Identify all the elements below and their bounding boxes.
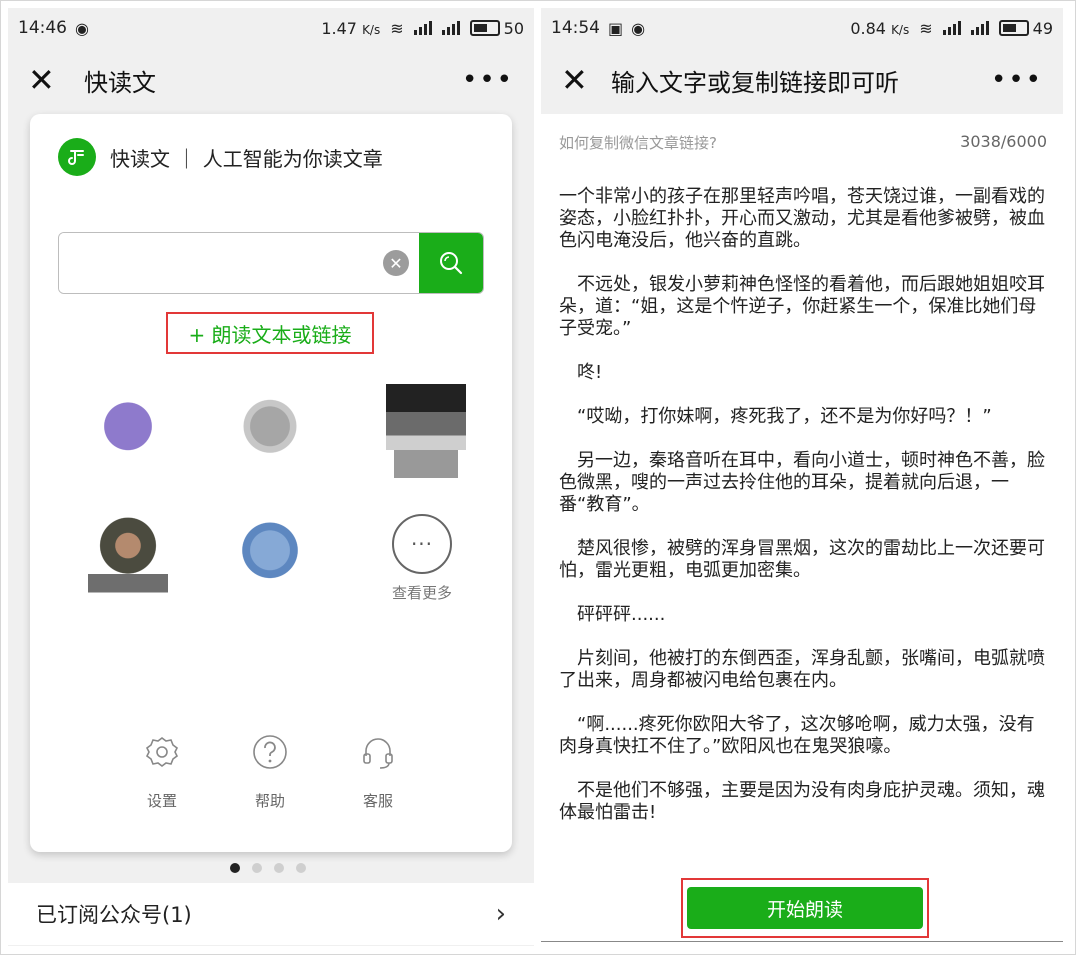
- page-title: 输入文字或复制链接即可听: [611, 68, 899, 97]
- read-text-or-link-button[interactable]: + 朗读文本或链接: [166, 312, 374, 354]
- main-card: 快读文 ｜ 人工智能为你读文章 ✕ + 朗读文本或链接 ··· 查看更多 设置 …: [30, 114, 512, 852]
- nav-bar: ✕ 快读文 •••: [8, 48, 534, 112]
- location-icon: ◉: [75, 18, 89, 38]
- signal-icon-2: [441, 21, 460, 35]
- signal-icon: [413, 21, 432, 35]
- location-icon: ◉: [631, 18, 646, 38]
- card-header: 快读文 ｜ 人工智能为你读文章: [58, 138, 383, 176]
- search-button[interactable]: [419, 233, 483, 293]
- article-paragraph: 不远处，银发小萝莉神色怪怪的看着他，而后跟她姐姐咬耳朵，道：“姐，这是个忤逆子，…: [559, 274, 1045, 339]
- article-paragraph: 不是他们不够强，主要是因为没有肉身庇护灵魂。须知，魂体最怕雷击!: [559, 780, 1045, 823]
- settings-tool[interactable]: 设置: [122, 732, 202, 811]
- page-dot[interactable]: [274, 863, 284, 873]
- more-accounts-icon[interactable]: ···: [392, 514, 452, 574]
- article-paragraph: 一个非常小的孩子在那里轻声吟唱，苍天饶过谁，一副看戏的姿态，小脸红扑扑，开心而又…: [559, 186, 1045, 251]
- page-indicator: [230, 863, 306, 873]
- support-tool[interactable]: 客服: [338, 732, 418, 811]
- signal-icon-2: [970, 21, 989, 35]
- battery-level: 49: [1032, 18, 1053, 38]
- help-label: 帮助: [254, 792, 285, 810]
- article-paragraph: “啊......疼死你欧阳大爷了，这次够呛啊，威力太强，没有肉身真快扛不住了。”…: [559, 714, 1035, 757]
- battery-level: 50: [503, 18, 524, 38]
- network-speed-unit: K/s: [891, 22, 910, 37]
- search-bar: ✕: [58, 232, 484, 294]
- account-avatar[interactable]: [386, 384, 466, 478]
- account-avatar[interactable]: [88, 508, 168, 602]
- page-title: 快读文: [84, 68, 156, 97]
- character-count: 3038/6000: [960, 132, 1047, 151]
- article-paragraph: “哎呦，打你妹啊，疼死我了，还不是为你好吗？！”: [559, 406, 992, 427]
- more-options-icon[interactable]: •••: [991, 67, 1043, 93]
- subscribed-label: 已订阅公众号(1): [36, 903, 192, 927]
- text-input-area[interactable]: 一个非常小的孩子在那里轻声吟唱，苍天饶过谁，一副看戏的姿态，小脸红扑扑，开心而又…: [559, 186, 1047, 846]
- help-icon: [253, 735, 287, 769]
- network-speed: 1.47 K/s: [321, 19, 380, 38]
- page-dot[interactable]: [230, 863, 240, 873]
- article-paragraph: 楚风很惨，被劈的浑身冒黑烟，这次的雷劫比上一次还要可怕，雷光更粗，电弧更加密集。: [559, 538, 1045, 581]
- status-time: 14:46: [18, 18, 67, 38]
- wifi-icon: ≋: [390, 18, 404, 38]
- subscribed-accounts-row[interactable]: 已订阅公众号(1) ›: [8, 883, 534, 945]
- support-label: 客服: [362, 792, 393, 810]
- network-speed-unit: K/s: [362, 22, 381, 37]
- network-speed-value: 1.47: [321, 18, 357, 38]
- hint-row: 如何复制微信文章链接? 3038/6000: [559, 132, 1047, 153]
- signal-icon: [942, 21, 961, 35]
- left-screen: 14:46 ◉ 1.47 K/s ≋ 50 ✕ 快读文 ••• 快读文 ｜ 人工…: [8, 8, 534, 946]
- page-dot[interactable]: [296, 863, 306, 873]
- article-paragraph: 咚!: [559, 362, 603, 383]
- battery-icon: 50: [469, 18, 524, 38]
- gear-icon: [145, 737, 179, 767]
- settings-label: 设置: [146, 792, 177, 810]
- more-accounts-label[interactable]: 查看更多: [382, 582, 462, 603]
- nav-bar: ✕ 输入文字或复制链接即可听 •••: [541, 48, 1063, 112]
- article-paragraph: 砰砰砰......: [559, 604, 666, 625]
- image-icon: ▣: [608, 18, 624, 38]
- account-avatar[interactable]: [88, 384, 168, 478]
- app-logo-icon: [58, 138, 96, 176]
- copy-link-help-link[interactable]: 如何复制微信文章链接?: [559, 132, 717, 153]
- more-options-icon[interactable]: •••: [462, 67, 514, 93]
- status-time: 14:54: [551, 18, 600, 38]
- start-button-highlight: 开始朗读: [681, 878, 929, 938]
- account-avatar[interactable]: [230, 384, 310, 478]
- search-input[interactable]: [59, 233, 383, 293]
- wifi-icon: ≋: [919, 18, 933, 38]
- chevron-right-icon: ›: [495, 899, 506, 929]
- article-paragraph: 另一边，秦珞音听在耳中，看向小道士，顿时神色不善，脸色微黑，嗖的一声过去拎住他的…: [559, 450, 1045, 515]
- close-icon[interactable]: ✕: [28, 64, 60, 96]
- status-bar: 14:46 ◉ 1.47 K/s ≋ 50: [8, 8, 534, 48]
- headset-icon: [363, 738, 393, 769]
- clear-icon[interactable]: ✕: [383, 250, 409, 276]
- brand-tagline: 快读文 ｜ 人工智能为你读文章: [110, 146, 383, 171]
- battery-icon: 49: [998, 18, 1053, 38]
- right-screen: 14:54 ▣ ◉ 0.84 K/s ≋ 49 ✕ 输入文字或复制链接即可听 •…: [541, 8, 1063, 946]
- network-speed-value: 0.84: [850, 18, 886, 38]
- article-paragraph: 片刻间，他被打的东倒西歪，浑身乱颤，张嘴间，电弧就喷了出来，周身都被闪电给包裹在…: [559, 648, 1045, 691]
- page-dot[interactable]: [252, 863, 262, 873]
- account-avatar[interactable]: [230, 508, 310, 602]
- status-bar: 14:54 ▣ ◉ 0.84 K/s ≋ 49: [541, 8, 1063, 48]
- divider: [541, 941, 1063, 942]
- start-reading-button[interactable]: 开始朗读: [687, 887, 923, 929]
- help-tool[interactable]: 帮助: [230, 732, 310, 811]
- search-icon: [440, 252, 463, 275]
- network-speed: 0.84 K/s: [850, 19, 909, 38]
- close-icon[interactable]: ✕: [561, 64, 593, 96]
